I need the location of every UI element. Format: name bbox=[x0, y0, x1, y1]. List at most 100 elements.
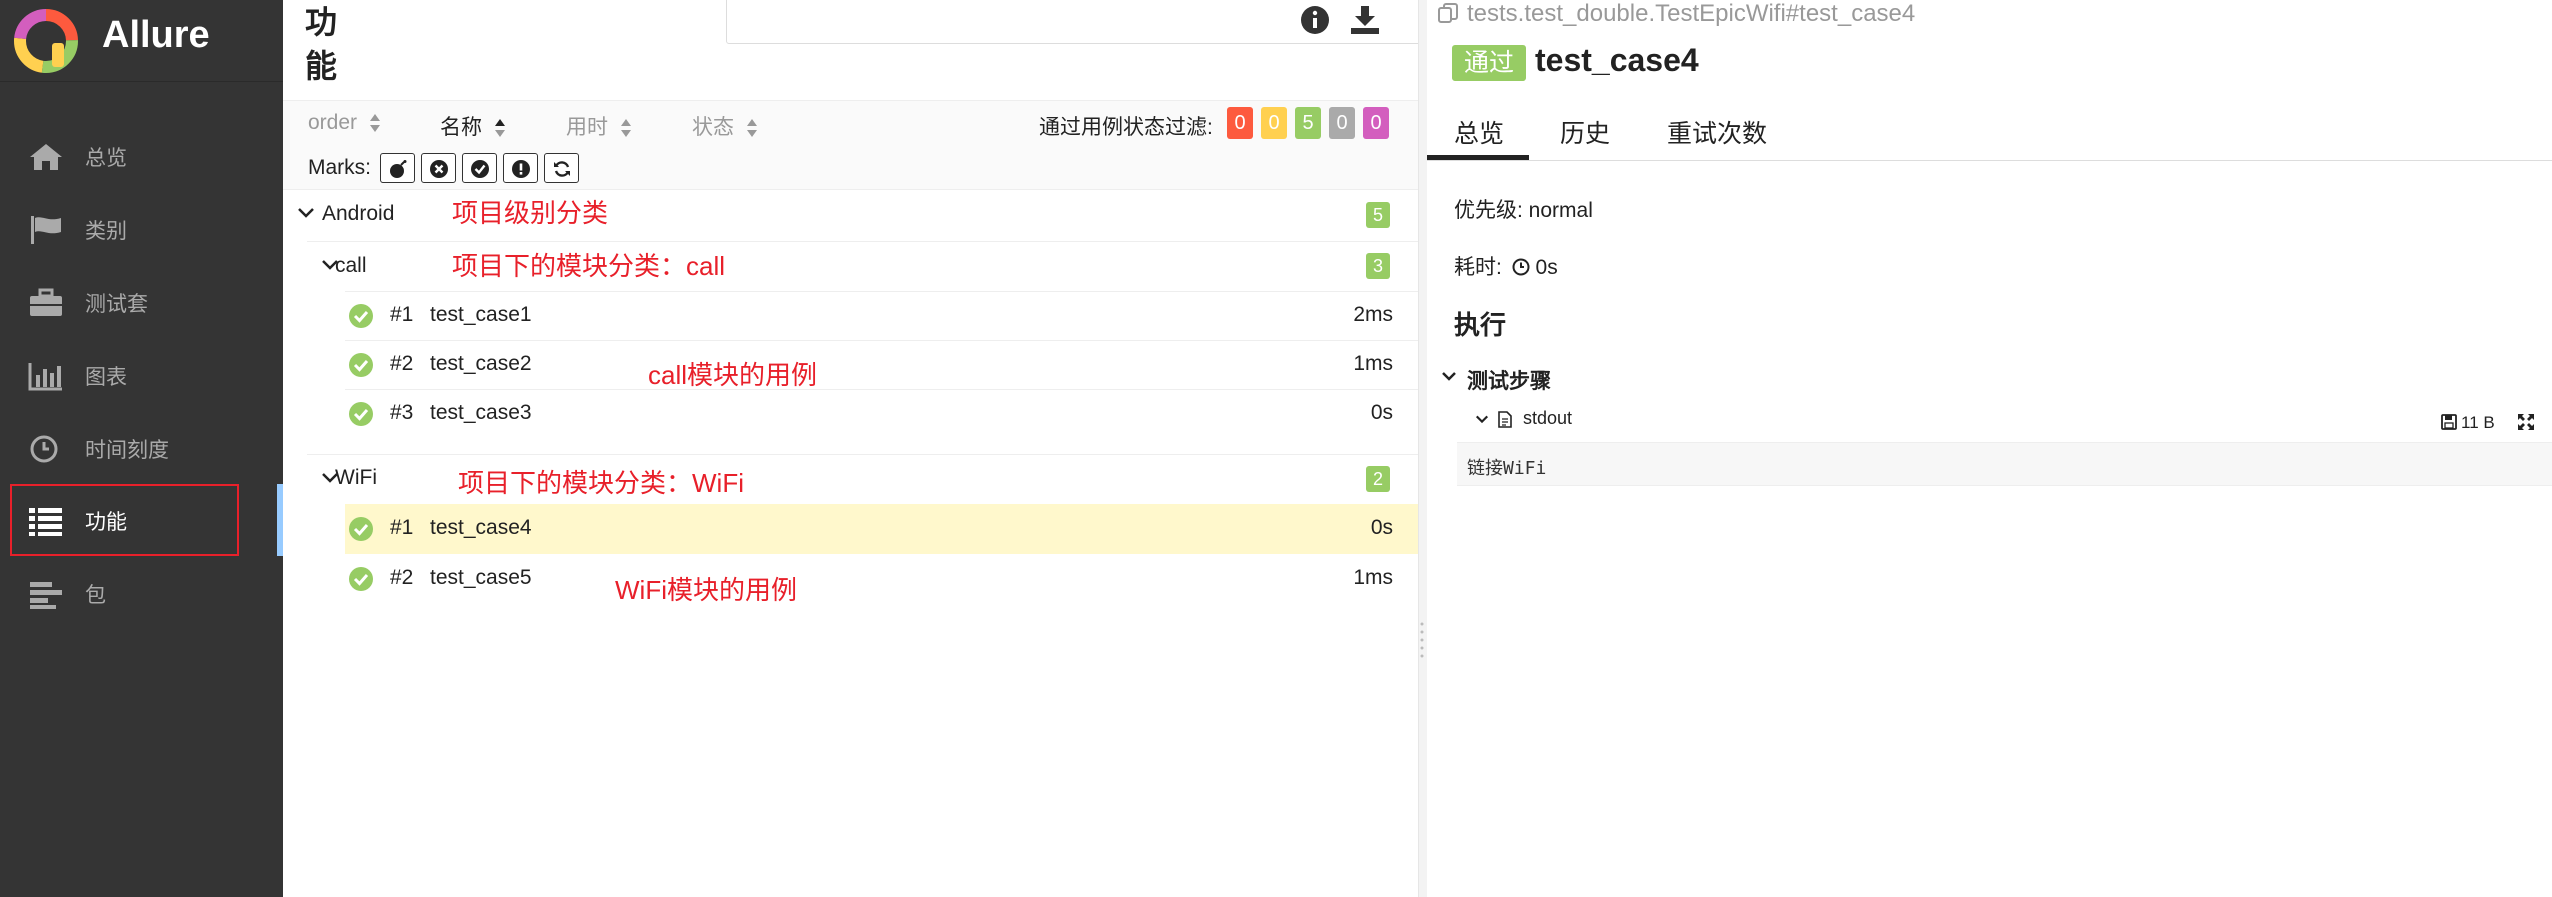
behaviors-pane: 功能 order 名称 用时 状态 通过用例状态过滤: 0 0 5 0 0 Ma… bbox=[283, 0, 1562, 897]
drag-handle-icon[interactable] bbox=[1420, 620, 1424, 664]
tab-retries[interactable]: 重试次数 bbox=[1667, 114, 1767, 150]
sort-bar: order 名称 用时 状态 通过用例状态过滤: 0 0 5 0 0 bbox=[283, 100, 1418, 146]
annotation-project: 项目级别分类 bbox=[452, 198, 609, 228]
save-icon[interactable] bbox=[2441, 414, 2457, 430]
group-name: call bbox=[335, 254, 367, 277]
case-duration: 0s bbox=[1370, 516, 1393, 539]
tab-history[interactable]: 历史 bbox=[1560, 114, 1610, 150]
sort-status[interactable]: 状态 bbox=[692, 111, 758, 141]
group-count-badge: 5 bbox=[1366, 202, 1390, 228]
case-name: test_case2 bbox=[430, 352, 532, 375]
briefcase-icon bbox=[30, 288, 62, 316]
sidebar-item-label: 类别 bbox=[85, 220, 127, 243]
annotation-module-call: 项目下的模块分类：call bbox=[452, 251, 726, 281]
test-detail-pane: tests.test_double.TestEpicWifi#test_case… bbox=[1427, 0, 2552, 897]
sidebar-item-label: 总览 bbox=[85, 147, 127, 170]
tab-overview[interactable]: 总览 bbox=[1454, 114, 1504, 150]
test-steps-label: 测试步骤 bbox=[1467, 370, 1551, 393]
sidebar-item-label: 时间刻度 bbox=[85, 439, 169, 462]
annotation-module-wifi: 项目下的模块分类：WiFi bbox=[458, 468, 744, 498]
attachment-name: stdout bbox=[1523, 408, 1573, 428]
case-order: #1 bbox=[390, 303, 414, 326]
group-name: WiFi bbox=[335, 466, 377, 489]
test-steps-header[interactable]: 测试步骤 bbox=[1442, 365, 1551, 395]
sort-icon bbox=[621, 119, 631, 138]
sort-icon bbox=[370, 114, 381, 133]
group-count-badge: 2 bbox=[1366, 466, 1390, 492]
flag-icon bbox=[31, 216, 61, 244]
align-left-icon bbox=[30, 582, 62, 609]
active-tab-indicator bbox=[1427, 155, 1529, 160]
file-text-icon bbox=[1498, 411, 1512, 428]
sort-label: 状态 bbox=[692, 116, 734, 139]
sort-name[interactable]: 名称 bbox=[440, 111, 506, 141]
sort-order[interactable]: order bbox=[308, 111, 381, 135]
info-icon[interactable] bbox=[1299, 4, 1331, 36]
detail-tabs: 总览 历史 重试次数 bbox=[1427, 100, 2552, 161]
test-case-row[interactable]: #1 test_case1 2ms bbox=[345, 291, 1418, 341]
test-title: test_case4 bbox=[1535, 42, 1699, 78]
sidebar-item-timeline[interactable]: 时间刻度 bbox=[0, 412, 283, 484]
sidebar-item-suites[interactable]: 测试套 bbox=[0, 266, 283, 338]
sidebar-item-label: 图表 bbox=[85, 366, 127, 389]
mark-new-passed-button[interactable] bbox=[462, 153, 497, 183]
marks-bar: Marks: bbox=[283, 146, 1418, 190]
sort-label: order bbox=[308, 111, 358, 134]
sidebar-item-overview[interactable]: 总览 bbox=[0, 120, 283, 192]
sidebar-item-categories[interactable]: 类别 bbox=[0, 193, 283, 265]
case-order: #3 bbox=[390, 401, 414, 424]
sidebar-item-packages[interactable]: 包 bbox=[0, 557, 283, 629]
sort-label: 用时 bbox=[566, 116, 608, 139]
annotation-wifi-cases: WiFi模块的用例 bbox=[615, 575, 797, 605]
test-case-row-selected[interactable]: #1 test_case4 0s bbox=[345, 504, 1418, 554]
attachment-size: 11 B bbox=[2461, 413, 2495, 432]
case-name: test_case4 bbox=[430, 516, 532, 539]
sidebar: Allure 总览 类别 测试套 图表 时间刻度 功能 包 bbox=[0, 0, 283, 897]
mark-flaky-button[interactable] bbox=[380, 153, 415, 183]
passed-status-icon bbox=[349, 517, 373, 541]
bar-chart-icon bbox=[28, 363, 62, 391]
filter-failed[interactable]: 0 bbox=[1227, 107, 1253, 139]
filter-broken[interactable]: 0 bbox=[1261, 107, 1287, 139]
sidebar-item-graphs[interactable]: 图表 bbox=[0, 339, 283, 411]
copy-icon[interactable] bbox=[1437, 2, 1459, 24]
pane-splitter[interactable] bbox=[1418, 0, 1427, 897]
marks-label: Marks: bbox=[308, 156, 371, 179]
mark-retries-button[interactable] bbox=[544, 153, 579, 183]
clock-icon bbox=[30, 435, 58, 463]
passed-status-icon bbox=[349, 353, 373, 377]
execution-title: 执行 bbox=[1454, 310, 1507, 340]
chevron-down-icon bbox=[1475, 415, 1489, 424]
sort-label: 名称 bbox=[440, 116, 482, 139]
attachment-content: 链接WiFi bbox=[1467, 458, 1547, 479]
case-name: test_case1 bbox=[430, 303, 532, 326]
clock-icon bbox=[1512, 258, 1530, 276]
test-case-row[interactable]: #2 test_case5 1ms bbox=[345, 554, 1418, 604]
filter-passed[interactable]: 5 bbox=[1295, 107, 1321, 139]
group-name: Android bbox=[322, 202, 395, 225]
status-badge: 通过 bbox=[1452, 45, 1527, 81]
duration-info: 耗时: 0s bbox=[1454, 251, 1558, 281]
case-duration: 1ms bbox=[1353, 352, 1393, 375]
group-count-badge: 3 bbox=[1366, 253, 1390, 279]
expand-icon[interactable] bbox=[2517, 413, 2535, 431]
brand[interactable]: Allure bbox=[0, 0, 283, 82]
status-filter-label: 通过用例状态过滤: bbox=[1039, 116, 1213, 139]
case-order: #2 bbox=[390, 566, 414, 589]
test-case-row[interactable]: #2 test_case2 1ms bbox=[345, 340, 1418, 390]
case-duration: 0s bbox=[1370, 401, 1393, 424]
case-name: test_case3 bbox=[430, 401, 532, 424]
mark-new-broken-button[interactable] bbox=[503, 153, 538, 183]
mark-new-failed-button[interactable] bbox=[421, 153, 456, 183]
case-duration: 2ms bbox=[1353, 303, 1393, 326]
sort-duration[interactable]: 用时 bbox=[566, 111, 632, 141]
duration-label: 耗时: bbox=[1454, 256, 1502, 279]
download-icon[interactable] bbox=[1349, 4, 1381, 36]
check-circle-icon bbox=[471, 160, 489, 178]
filter-unknown[interactable]: 0 bbox=[1363, 107, 1389, 139]
annotation-highlight-box bbox=[10, 484, 239, 556]
filter-skipped[interactable]: 0 bbox=[1329, 107, 1355, 139]
chevron-down-icon bbox=[298, 208, 314, 218]
test-case-row[interactable]: #3 test_case3 0s bbox=[345, 389, 1418, 439]
passed-status-icon bbox=[349, 567, 373, 591]
